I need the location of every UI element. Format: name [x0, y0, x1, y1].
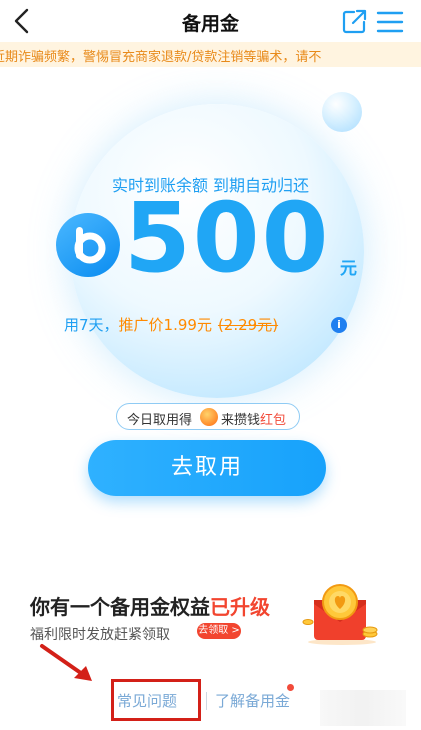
- promo-highlight: 红包: [260, 413, 287, 428]
- red-envelope-coins-icon[interactable]: [300, 582, 384, 646]
- hamburger-menu-icon[interactable]: [376, 9, 404, 35]
- learn-more-link[interactable]: 了解备用金: [215, 690, 290, 711]
- withdraw-button[interactable]: 去取用: [88, 440, 326, 496]
- faq-link[interactable]: 常见问题: [117, 690, 177, 711]
- share-out-icon[interactable]: [340, 8, 368, 36]
- watermark-mosaic: [320, 690, 406, 726]
- promo-price: 推广价1.99元: [118, 316, 212, 334]
- promo-prefix: 今日取用得: [127, 413, 193, 428]
- price-line: 用7天，推广价1.99元 (2.29元): [64, 314, 278, 335]
- notification-dot: [287, 684, 294, 691]
- upgrade-title[interactable]: 你有一个备用金权益已升级: [30, 591, 270, 620]
- available-amount: 500: [124, 182, 331, 294]
- footer-divider: [206, 692, 207, 710]
- claim-badge-button[interactable]: 去领取 >: [197, 623, 241, 639]
- promo-tag: 今日取用得 来攒钱红包: [116, 403, 300, 430]
- currency-unit: 元: [340, 259, 357, 279]
- info-icon[interactable]: i: [331, 317, 347, 333]
- annotation-arrow-icon: [40, 644, 92, 681]
- top-nav-bar: 备用金: [0, 0, 421, 42]
- upgrade-title-highlight: 已升级: [210, 595, 270, 619]
- upgrade-title-prefix: 你有一个备用金权益: [30, 595, 210, 619]
- notice-text: 近期诈骗频繁，警惕冒充商家退款/贷款注销等骗术，请不: [0, 50, 322, 65]
- term-text: 用7天，: [64, 316, 119, 334]
- promo-middle: 来攒钱红包: [221, 413, 287, 428]
- original-price: (2.29元): [217, 316, 279, 334]
- red-packet-icon: [200, 408, 218, 426]
- fraud-notice-banner[interactable]: 近期诈骗频繁，警惕冒充商家退款/贷款注销等骗术，请不: [0, 42, 421, 67]
- brand-coin-icon: [56, 213, 120, 277]
- decorative-bubble: [322, 92, 362, 132]
